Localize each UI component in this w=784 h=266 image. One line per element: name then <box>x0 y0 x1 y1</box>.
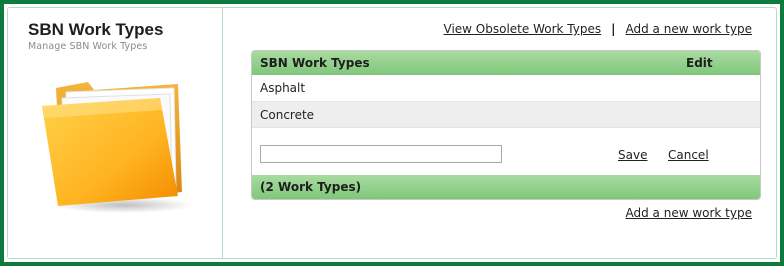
folder-icon <box>42 82 193 213</box>
new-work-type-input[interactable] <box>260 145 502 163</box>
column-header-name[interactable]: SBN Work Types <box>260 56 370 70</box>
add-work-type-link-top[interactable]: Add a new work type <box>626 22 753 36</box>
column-header-edit: Edit <box>686 56 713 70</box>
left-panel: SBN Work Types Manage SBN Work Types <box>8 8 223 258</box>
view-obsolete-link[interactable]: View Obsolete Work Types <box>444 22 602 36</box>
work-type-name: Concrete <box>260 108 315 122</box>
page-title: SBN Work Types <box>28 20 164 39</box>
save-button[interactable]: Save <box>618 148 647 162</box>
work-type-name: Asphalt <box>260 81 306 95</box>
page-frame: SBN Work Types Manage SBN Work Types Vie… <box>0 0 784 266</box>
grid-footer: (2 Work Types) <box>252 175 760 199</box>
cancel-button[interactable]: Cancel <box>668 148 709 162</box>
new-work-type-row: Save Cancel <box>252 127 760 176</box>
bottom-links: Add a new work type <box>626 206 753 220</box>
grid-header: SBN Work Types Edit <box>252 51 760 75</box>
top-links: View Obsolete Work Types | Add a new work … <box>444 22 752 36</box>
link-separator: | <box>611 22 616 36</box>
table-row: Asphalt <box>252 75 760 101</box>
work-type-count: (2 Work Types) <box>260 180 362 194</box>
add-work-type-link-bottom[interactable]: Add a new work type <box>626 206 753 220</box>
page-subtitle: Manage SBN Work Types <box>28 41 148 52</box>
work-types-grid: SBN Work Types Edit Asphalt Concrete Sav… <box>251 50 761 200</box>
table-row: Concrete <box>252 101 760 128</box>
content-panel: SBN Work Types Manage SBN Work Types Vie… <box>7 7 777 259</box>
